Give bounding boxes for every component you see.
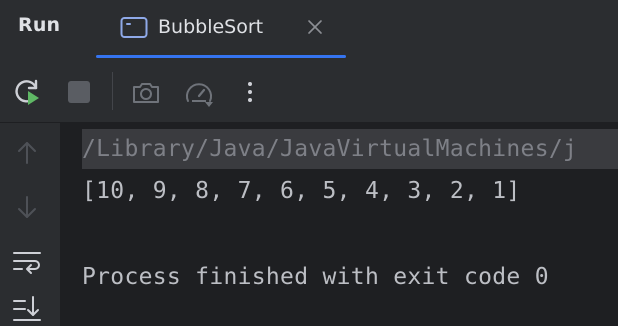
screenshot-camera-icon[interactable]	[130, 76, 162, 108]
tool-window-title: Run	[18, 14, 61, 36]
tab-bubblesort[interactable]: BubbleSort	[96, 0, 346, 58]
program-output-line: [10, 9, 8, 7, 6, 5, 4, 3, 2, 1]	[82, 178, 521, 204]
rerun-icon[interactable]	[12, 76, 44, 108]
command-line-text[interactable]: /Library/Java/JavaVirtualMachines/j	[82, 129, 577, 169]
close-icon[interactable]	[306, 18, 324, 36]
console-side-toolbar	[0, 123, 58, 326]
soft-wrap-icon[interactable]	[11, 245, 43, 277]
stop-icon[interactable]	[63, 76, 95, 108]
down-arrow-icon[interactable]	[11, 191, 43, 223]
console-window-icon	[120, 17, 148, 38]
scroll-to-end-icon[interactable]	[11, 293, 43, 325]
up-arrow-icon[interactable]	[11, 137, 43, 169]
active-tab-indicator	[96, 55, 346, 58]
console-output[interactable]: /Library/Java/JavaVirtualMachines/j [10,…	[60, 123, 618, 326]
profiler-gauge-icon[interactable]	[183, 76, 215, 108]
toolbar-separator	[112, 72, 113, 110]
tab-label: BubbleSort	[158, 16, 264, 38]
exit-status-line: Process finished with exit code 0	[82, 264, 549, 290]
run-tool-window-header: Run BubbleSort	[0, 0, 618, 58]
run-toolbar	[0, 62, 618, 120]
more-options-icon[interactable]	[234, 76, 266, 108]
